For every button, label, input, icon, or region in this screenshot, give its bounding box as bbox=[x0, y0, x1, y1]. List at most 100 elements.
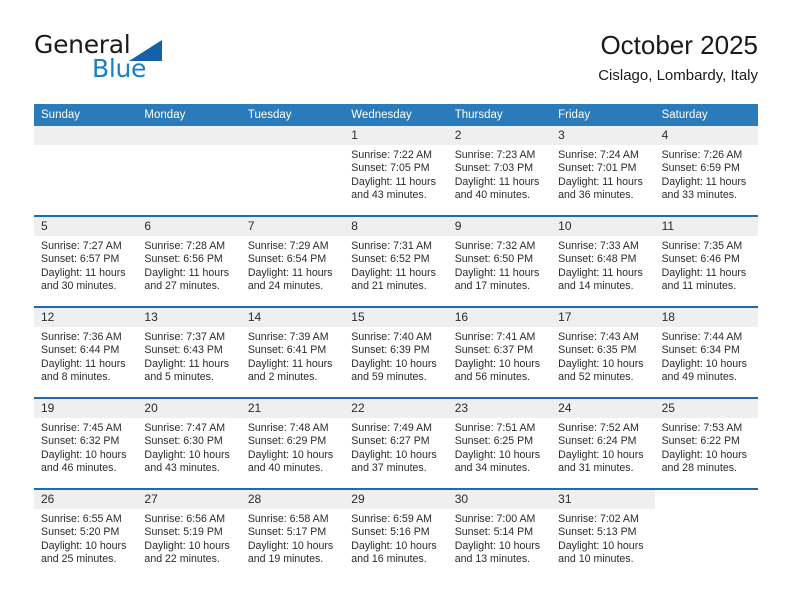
day-number-band: 4 bbox=[654, 126, 758, 145]
sunset-text: Sunset: 6:29 PM bbox=[247, 435, 327, 448]
sunrise-text: Sunrise: 6:56 AM bbox=[144, 513, 226, 525]
daylight-text-line2: and 13 minutes. bbox=[454, 553, 531, 566]
page-header: General Blue October 2025 Cislago, Lomba… bbox=[34, 28, 758, 98]
sunrise-text: Sunrise: 7:48 AM bbox=[247, 422, 329, 434]
calendar-day-cell[interactable]: 25 Sunrise: 7:53 AM Sunset: 6:22 PM Dayligh… bbox=[654, 399, 758, 488]
calendar-day-cell-empty bbox=[654, 490, 758, 579]
day-number-band: 28 bbox=[240, 490, 345, 509]
calendar-day-cell[interactable]: 7 Sunrise: 7:29 AM Sunset: 6:54 PM Daylight… bbox=[240, 217, 345, 306]
day-details: Sunrise: 7:32 AM Sunset: 6:50 PM Daylight:… bbox=[448, 236, 551, 294]
sunrise-text: Sunrise: 7:45 AM bbox=[41, 422, 122, 434]
sunset-text: Sunset: 6:48 PM bbox=[558, 253, 637, 266]
day-details: Sunrise: 6:58 AM Sunset: 5:17 PM Daylight:… bbox=[241, 509, 344, 567]
day-number-band bbox=[240, 126, 345, 145]
day-details: Sunrise: 7:28 AM Sunset: 6:56 PM Daylight:… bbox=[137, 236, 240, 294]
calendar-day-cell[interactable]: 16 Sunrise: 7:41 AM Sunset: 6:37 PM Dayligh… bbox=[447, 308, 552, 397]
sunset-text: Sunset: 6:44 PM bbox=[41, 344, 120, 357]
calendar-week-row: 12 Sunrise: 7:36 AM Sunset: 6:44 PM Dayligh… bbox=[34, 306, 758, 397]
sunset-text: Sunset: 7:01 PM bbox=[558, 162, 637, 175]
calendar-day-cell[interactable]: 23 Sunrise: 7:51 AM Sunset: 6:25 PM Dayligh… bbox=[447, 399, 552, 488]
calendar-day-cell[interactable]: 26 Sunrise: 6:55 AM Sunset: 5:20 PM Dayligh… bbox=[34, 490, 138, 579]
calendar-day-cell[interactable]: 28 Sunrise: 6:58 AM Sunset: 5:17 PM Dayligh… bbox=[240, 490, 345, 579]
brand-logo[interactable]: General Blue bbox=[34, 28, 264, 90]
day-number: 27 bbox=[144, 492, 158, 506]
daylight-text-line2: and 16 minutes. bbox=[351, 553, 427, 566]
title-block: October 2025 Cislago, Lombardy, Italy bbox=[598, 28, 758, 87]
day-number-band: 23 bbox=[447, 399, 552, 418]
calendar-day-cell[interactable]: 30 Sunrise: 7:00 AM Sunset: 5:14 PM Dayligh… bbox=[447, 490, 552, 579]
calendar-day-cell[interactable]: 22 Sunrise: 7:49 AM Sunset: 6:27 PM Dayligh… bbox=[344, 399, 448, 488]
daylight-text-line2: and 11 minutes. bbox=[661, 280, 737, 293]
day-details: Sunrise: 7:48 AM Sunset: 6:29 PM Daylight:… bbox=[241, 418, 344, 476]
daylight-text-line1: Daylight: 10 hours bbox=[144, 448, 230, 461]
calendar-day-cell[interactable]: 27 Sunrise: 6:56 AM Sunset: 5:19 PM Dayligh… bbox=[137, 490, 241, 579]
calendar-day-cell[interactable]: 11 Sunrise: 7:35 AM Sunset: 6:46 PM Dayligh… bbox=[654, 217, 758, 306]
sunrise-text: Sunrise: 6:55 AM bbox=[41, 513, 122, 525]
day-details: Sunrise: 7:40 AM Sunset: 6:39 PM Daylight:… bbox=[344, 327, 447, 385]
sunrise-text: Sunrise: 7:29 AM bbox=[247, 240, 329, 252]
daylight-text-line2: and 21 minutes. bbox=[351, 280, 427, 293]
calendar-day-cell[interactable]: 19 Sunrise: 7:45 AM Sunset: 6:32 PM Dayligh… bbox=[34, 399, 138, 488]
day-number-band: 31 bbox=[551, 490, 655, 509]
page-title: October 2025 bbox=[600, 30, 758, 60]
calendar-day-cell[interactable]: 13 Sunrise: 7:37 AM Sunset: 6:43 PM Dayligh… bbox=[137, 308, 241, 397]
day-number: 11 bbox=[661, 219, 675, 233]
daylight-text-line1: Daylight: 10 hours bbox=[454, 539, 541, 552]
calendar-day-cell[interactable]: 15 Sunrise: 7:40 AM Sunset: 6:39 PM Dayligh… bbox=[344, 308, 448, 397]
day-number: 29 bbox=[351, 492, 365, 506]
sunset-text: Sunset: 6:27 PM bbox=[351, 435, 430, 448]
day-number: 1 bbox=[351, 128, 358, 142]
daylight-text-line1: Daylight: 10 hours bbox=[41, 539, 127, 552]
day-number: 15 bbox=[351, 310, 365, 324]
daylight-text-line1: Daylight: 10 hours bbox=[558, 448, 644, 461]
daylight-text-line2: and 34 minutes. bbox=[454, 462, 531, 475]
calendar-day-cell[interactable]: 4 Sunrise: 7:26 AM Sunset: 6:59 PM Daylight… bbox=[654, 126, 758, 215]
calendar-day-cell[interactable]: 29 Sunrise: 6:59 AM Sunset: 5:16 PM Dayligh… bbox=[344, 490, 448, 579]
calendar-day-cell[interactable]: 6 Sunrise: 7:28 AM Sunset: 6:56 PM Daylight… bbox=[137, 217, 241, 306]
calendar-day-cell[interactable]: 5 Sunrise: 7:27 AM Sunset: 6:57 PM Daylight… bbox=[34, 217, 138, 306]
sunrise-text: Sunrise: 7:27 AM bbox=[41, 240, 122, 252]
daylight-text-line2: and 40 minutes. bbox=[247, 462, 324, 475]
day-number-band: 21 bbox=[240, 399, 345, 418]
calendar-day-cell[interactable]: 12 Sunrise: 7:36 AM Sunset: 6:44 PM Dayligh… bbox=[34, 308, 138, 397]
day-number-band bbox=[137, 126, 241, 145]
daylight-text-line2: and 2 minutes. bbox=[247, 371, 318, 384]
calendar-day-cell[interactable]: 18 Sunrise: 7:44 AM Sunset: 6:34 PM Dayligh… bbox=[654, 308, 758, 397]
calendar-day-cell[interactable]: 31 Sunrise: 7:02 AM Sunset: 5:13 PM Dayligh… bbox=[551, 490, 655, 579]
day-number-band: 8 bbox=[344, 217, 448, 236]
calendar-day-cell[interactable]: 2 Sunrise: 7:23 AM Sunset: 7:03 PM Daylight… bbox=[447, 126, 552, 215]
calendar-day-cell[interactable]: 14 Sunrise: 7:39 AM Sunset: 6:41 PM Dayligh… bbox=[240, 308, 345, 397]
day-number-band: 10 bbox=[551, 217, 655, 236]
daylight-text-line1: Daylight: 10 hours bbox=[454, 357, 541, 370]
day-number: 2 bbox=[454, 128, 462, 142]
daylight-text-line1: Daylight: 11 hours bbox=[351, 175, 436, 188]
calendar-day-cell[interactable]: 8 Sunrise: 7:31 AM Sunset: 6:52 PM Daylight… bbox=[344, 217, 448, 306]
calendar-day-cell[interactable]: 9 Sunrise: 7:32 AM Sunset: 6:50 PM Daylight… bbox=[447, 217, 552, 306]
sunset-text: Sunset: 6:52 PM bbox=[351, 253, 430, 266]
day-number: 17 bbox=[558, 310, 572, 324]
daylight-text-line1: Daylight: 10 hours bbox=[558, 539, 644, 552]
calendar-day-cell[interactable]: 17 Sunrise: 7:43 AM Sunset: 6:35 PM Dayligh… bbox=[551, 308, 655, 397]
brand-name-blue: Blue bbox=[92, 54, 147, 83]
day-number-band: 27 bbox=[137, 490, 241, 509]
sunset-text: Sunset: 6:37 PM bbox=[454, 344, 534, 357]
daylight-text-line1: Daylight: 11 hours bbox=[144, 357, 230, 370]
day-number-band: 24 bbox=[551, 399, 655, 418]
calendar-day-cell[interactable]: 24 Sunrise: 7:52 AM Sunset: 6:24 PM Dayligh… bbox=[551, 399, 655, 488]
daylight-text-line2: and 33 minutes. bbox=[661, 189, 737, 202]
daylight-text-line1: Daylight: 11 hours bbox=[247, 357, 333, 370]
calendar-day-cell[interactable]: 21 Sunrise: 7:48 AM Sunset: 6:29 PM Dayligh… bbox=[240, 399, 345, 488]
day-number: 24 bbox=[558, 401, 572, 415]
daylight-text-line2: and 25 minutes. bbox=[41, 553, 117, 566]
calendar-day-cell[interactable]: 10 Sunrise: 7:33 AM Sunset: 6:48 PM Dayligh… bbox=[551, 217, 655, 306]
sunrise-text: Sunrise: 7:37 AM bbox=[144, 331, 226, 343]
day-details: Sunrise: 7:52 AM Sunset: 6:24 PM Daylight:… bbox=[551, 418, 654, 476]
calendar-day-cell[interactable]: 20 Sunrise: 7:47 AM Sunset: 6:30 PM Dayligh… bbox=[137, 399, 241, 488]
day-details: Sunrise: 7:49 AM Sunset: 6:27 PM Daylight:… bbox=[344, 418, 447, 476]
sunrise-text: Sunrise: 7:33 AM bbox=[558, 240, 639, 252]
calendar-day-cell[interactable]: 3 Sunrise: 7:24 AM Sunset: 7:01 PM Daylight… bbox=[551, 126, 655, 215]
calendar-day-cell[interactable]: 1 Sunrise: 7:22 AM Sunset: 7:05 PM Daylight… bbox=[344, 126, 448, 215]
day-number: 8 bbox=[351, 219, 358, 233]
daylight-text-line1: Daylight: 11 hours bbox=[247, 266, 333, 279]
day-number-band: 20 bbox=[137, 399, 241, 418]
